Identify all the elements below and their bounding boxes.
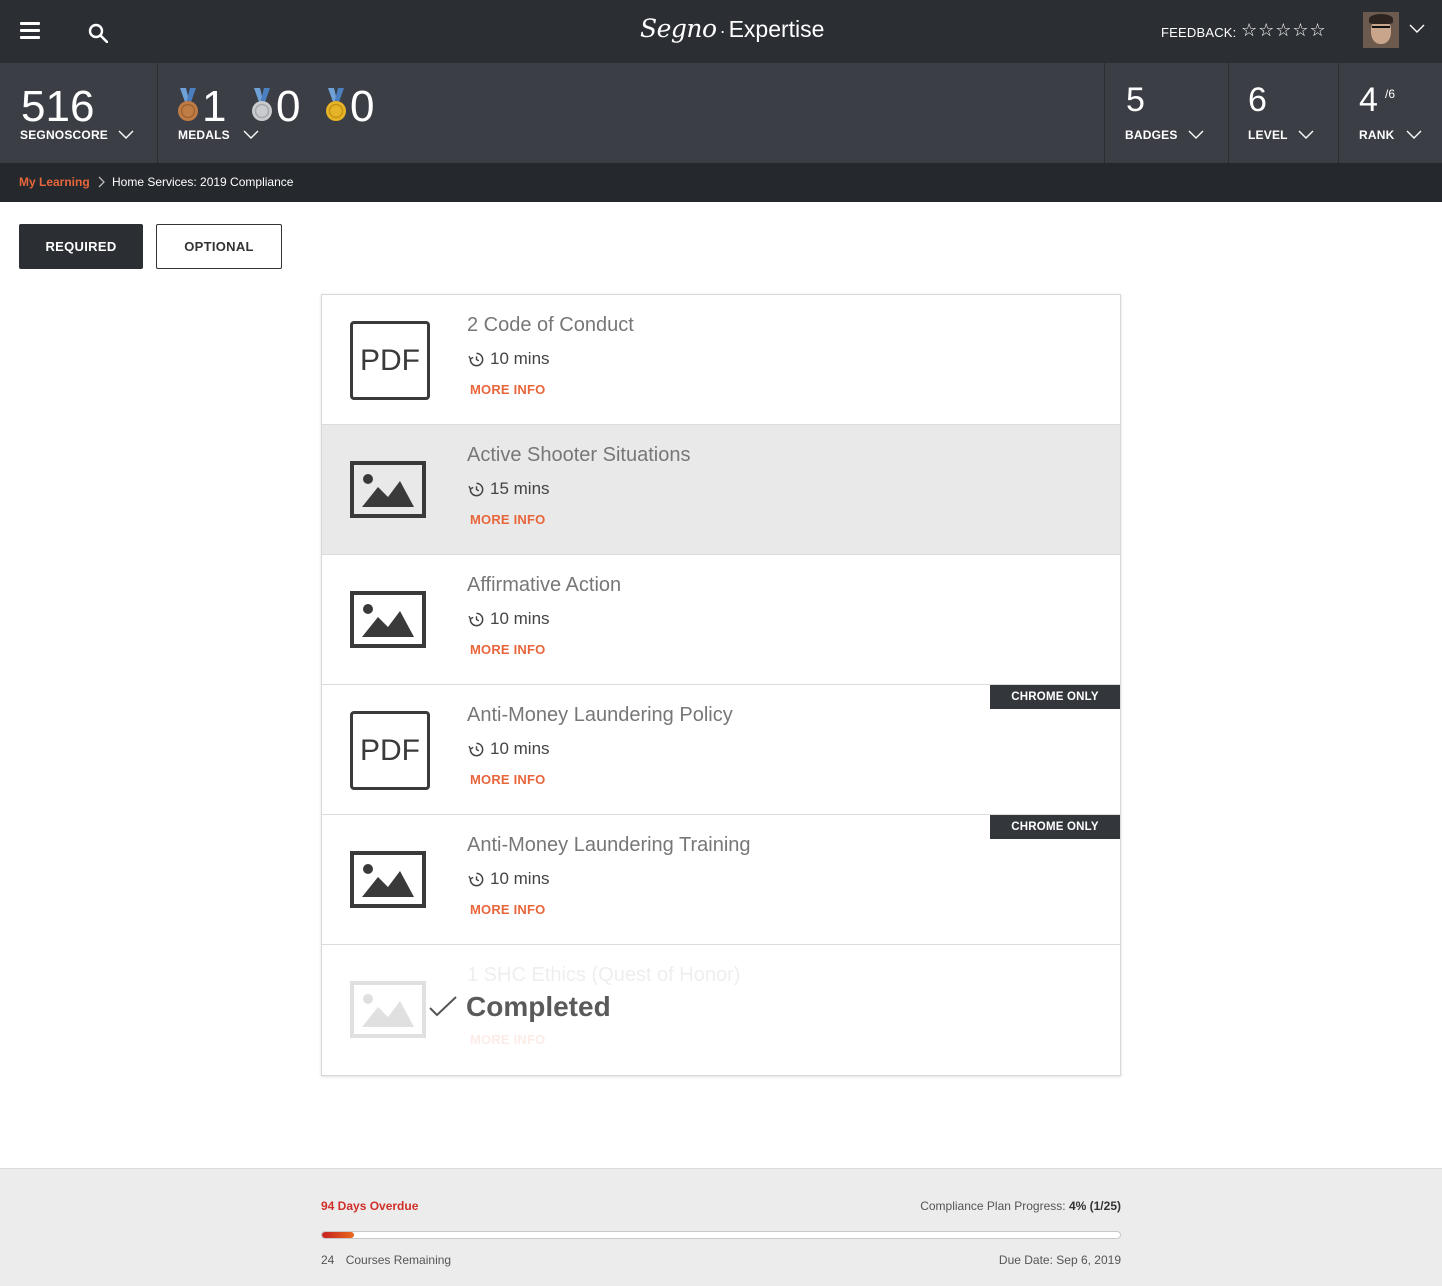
course-duration: 10 mins (468, 869, 550, 889)
more-info-link[interactable]: MORE INFO (470, 642, 545, 657)
course-duration-text: 10 mins (490, 349, 550, 368)
timer-icon (468, 742, 484, 756)
timer-icon (468, 872, 484, 886)
progress-count: (1/25) (1089, 1199, 1121, 1213)
progress-percent: 4% (1068, 1199, 1087, 1213)
app-logo[interactable]: Segno · Expertise (640, 14, 824, 43)
checkmark-icon (429, 996, 457, 1017)
progress-summary: Compliance Plan Progress: 4% (1/25) (920, 1199, 1121, 1213)
gold-medal-count: 0 (350, 82, 375, 131)
image-icon (350, 461, 426, 518)
course-duration-text: 15 mins (490, 479, 550, 498)
image-icon (350, 851, 426, 908)
bronze-medal-count: 1 (202, 82, 227, 131)
top-bar: Segno · Expertise FEEDBACK: ☆☆☆☆☆ (0, 0, 1442, 63)
hamburger-menu-icon[interactable] (20, 22, 40, 39)
badges-label: BADGES (1125, 128, 1178, 142)
timer-icon (468, 482, 484, 496)
rank-label: RANK (1359, 128, 1395, 142)
course-title[interactable]: Anti-Money Laundering Training (467, 834, 751, 857)
pdf-icon: PDF (350, 711, 430, 790)
segnoscore-chevron-down-icon[interactable] (118, 130, 134, 140)
courses-remaining-label: Courses Remaining (345, 1253, 452, 1267)
course-duration-text: 10 mins (490, 739, 550, 758)
tab-required[interactable]: REQUIRED (19, 224, 143, 269)
segnoscore-value: 516 (21, 82, 95, 131)
course-duration-text: 10 mins (490, 609, 550, 628)
chrome-only-badge: CHROME ONLY (990, 685, 1120, 709)
course-item[interactable]: Active Shooter Situations 15 mins MORE I… (322, 425, 1120, 555)
course-item[interactable]: Affirmative Action 10 mins MORE INFO (322, 555, 1120, 685)
course-item[interactable]: PDF 2 Code of Conduct 10 mins MORE INFO (322, 295, 1120, 425)
chevron-right-icon (98, 176, 105, 188)
progress-label: Compliance Plan Progress: (920, 1199, 1066, 1213)
breadcrumb: My Learning Home Services: 2019 Complian… (0, 163, 1442, 202)
stats-bar: 516 SEGNOSCORE 1 0 0 MEDALS 5 BADGES 6 L… (0, 63, 1442, 163)
image-icon (350, 591, 426, 648)
more-info-link[interactable]: MORE INFO (470, 902, 545, 917)
more-info-link[interactable]: MORE INFO (470, 772, 545, 787)
rank-total: /6 (1385, 87, 1396, 101)
breadcrumb-my-learning[interactable]: My Learning (19, 175, 90, 189)
image-icon (350, 981, 426, 1038)
gold-medal-icon (326, 88, 346, 121)
course-title[interactable]: 1 SHC Ethics (Quest of Honor) (467, 964, 740, 987)
level-value: 6 (1248, 81, 1267, 119)
logo-word: Expertise (728, 16, 825, 42)
feedback-stars[interactable]: ☆☆☆☆☆ (1241, 20, 1327, 41)
silver-medal-count: 0 (276, 82, 301, 131)
chevron-down-icon[interactable] (1409, 24, 1425, 34)
course-title[interactable]: Affirmative Action (467, 574, 621, 597)
medals-label: MEDALS (178, 128, 230, 142)
medals-chevron-down-icon[interactable] (243, 130, 259, 140)
course-title[interactable]: 2 Code of Conduct (467, 314, 634, 337)
rank-value: 4 (1359, 81, 1378, 119)
rank-chevron-down-icon[interactable] (1406, 130, 1422, 140)
progress-bar (321, 1231, 1121, 1239)
timer-icon (468, 352, 484, 366)
more-info-link[interactable]: MORE INFO (470, 512, 545, 527)
course-duration: 15 mins (468, 479, 550, 499)
avatar[interactable] (1363, 12, 1399, 48)
due-date: Due Date: Sep 6, 2019 (998, 1253, 1121, 1267)
badges-value: 5 (1126, 81, 1145, 119)
more-info-link[interactable]: MORE INFO (470, 382, 545, 397)
course-title[interactable]: Active Shooter Situations (467, 444, 690, 467)
course-list: PDF 2 Code of Conduct 10 mins MORE INFO … (321, 294, 1121, 1076)
courses-remaining-count: 24 (321, 1253, 335, 1267)
timer-icon (468, 612, 484, 626)
chrome-only-badge: CHROME ONLY (990, 815, 1120, 839)
tab-optional[interactable]: OPTIONAL (156, 224, 282, 269)
course-item[interactable]: CHROME ONLY Anti-Money Laundering Traini… (322, 815, 1120, 945)
overdue-status: 94 Days Overdue (321, 1199, 419, 1213)
badges-chevron-down-icon[interactable] (1188, 130, 1204, 140)
course-title[interactable]: Anti-Money Laundering Policy (467, 704, 733, 727)
course-duration: 10 mins (468, 609, 550, 629)
feedback-label: FEEDBACK: (1161, 25, 1237, 40)
level-label: LEVEL (1248, 128, 1288, 142)
course-duration: 10 mins (468, 349, 550, 369)
progress-bar-fill (322, 1232, 354, 1238)
logo-script: Segno (640, 14, 717, 43)
bronze-medal-icon (178, 88, 198, 121)
courses-remaining: 24 Courses Remaining (321, 1253, 451, 1267)
logo-separator: · (719, 21, 726, 41)
segnoscore-label: SEGNOSCORE (20, 128, 109, 142)
level-chevron-down-icon[interactable] (1298, 130, 1314, 140)
course-item-completed[interactable]: 1 SHC Ethics (Quest of Honor) MORE INFO … (322, 945, 1120, 1075)
pdf-icon: PDF (350, 321, 430, 400)
more-info-link[interactable]: MORE INFO (470, 1032, 545, 1047)
silver-medal-icon (252, 88, 272, 121)
compliance-footer: 94 Days Overdue Compliance Plan Progress… (0, 1168, 1442, 1286)
breadcrumb-current: Home Services: 2019 Compliance (112, 175, 294, 189)
search-icon[interactable] (88, 23, 108, 43)
completed-status: Completed (466, 991, 611, 1022)
course-duration: 10 mins (468, 739, 550, 759)
course-duration-text: 10 mins (490, 869, 550, 888)
course-item[interactable]: CHROME ONLY PDF Anti-Money Laundering Po… (322, 685, 1120, 815)
